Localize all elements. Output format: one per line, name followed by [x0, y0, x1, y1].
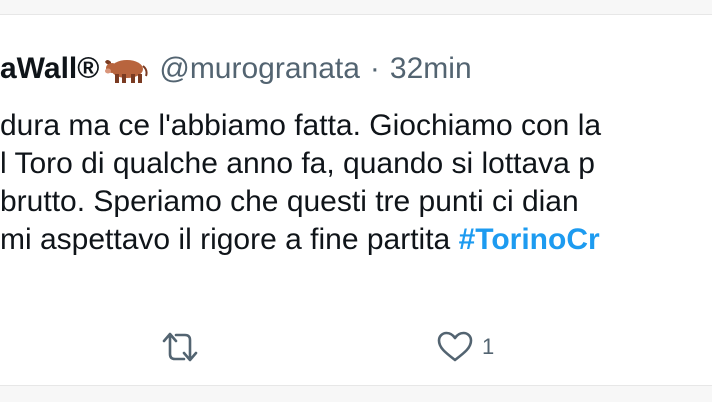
tweet-text-segment: mi aspettavo il rigore a fine partita — [0, 223, 459, 256]
tweet-actions: 1 — [0, 325, 712, 369]
like-button[interactable]: 1 — [436, 325, 494, 369]
tweet-timestamp[interactable]: 32min — [390, 52, 472, 86]
tweet-text: dura ma ce l'abbiamo fatta. Giochiamo co… — [0, 107, 712, 259]
cow-emoji-icon — [103, 52, 149, 86]
tweet-text-line: mi aspettavo il rigore a fine partita #T… — [0, 221, 712, 259]
tweet-text-line: brutto. Speriamo che questi tre punti ci… — [0, 185, 579, 218]
tweet-card[interactable]: aWall® @murogranata · 32min dura ma ce l… — [0, 14, 712, 386]
tweet-header: aWall® @murogranata · 32min — [0, 49, 472, 89]
like-count: 1 — [482, 334, 495, 359]
author-handle[interactable]: @murogranata — [159, 52, 360, 86]
author-name[interactable]: aWall® — [0, 52, 99, 86]
retweet-icon — [162, 332, 198, 362]
tweet-text-line: dura ma ce l'abbiamo fatta. Giochiamo co… — [0, 109, 602, 142]
hashtag-link[interactable]: #TorinoCr — [459, 223, 600, 256]
heart-icon — [437, 331, 473, 362]
retweet-button[interactable] — [158, 325, 202, 369]
separator-dot: · — [369, 52, 380, 85]
tweet-text-line: l Toro di qualche anno fa, quando si lot… — [0, 147, 595, 180]
